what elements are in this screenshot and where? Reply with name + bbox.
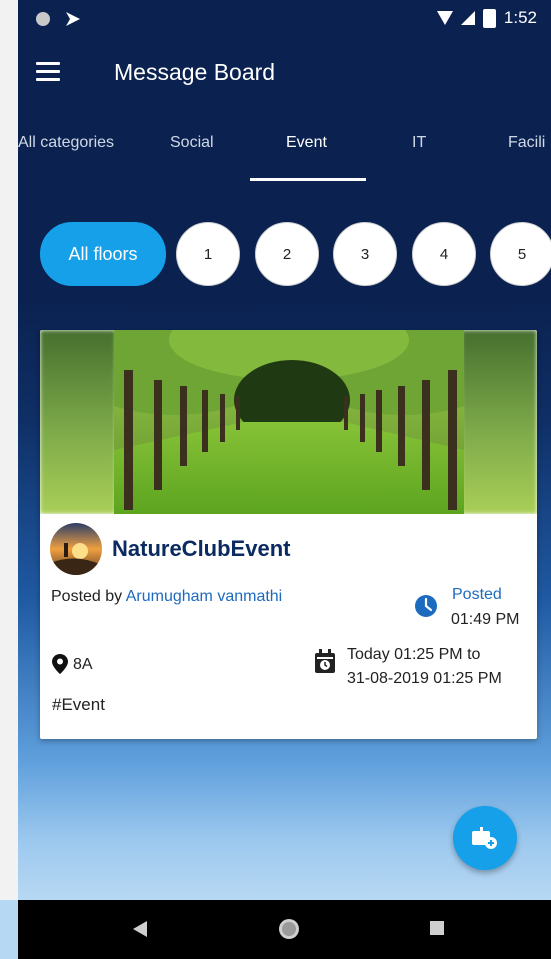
notification-app-icon xyxy=(66,12,80,26)
posted-by-name-link[interactable]: Arumugham vanmathi xyxy=(126,588,283,605)
battery-icon xyxy=(482,8,496,28)
tab-social[interactable]: Social xyxy=(170,134,214,152)
posted-time: 01:49 PM xyxy=(451,611,520,628)
navigation-bar xyxy=(18,900,551,959)
active-tab-indicator xyxy=(250,178,366,181)
status-right: 1:52 xyxy=(436,8,537,28)
app-bar: Message Board xyxy=(18,44,551,104)
category-tabs: All categories Social Event IT Facili xyxy=(0,120,551,186)
posted-by-label: Posted by xyxy=(51,588,123,605)
menu-icon[interactable] xyxy=(36,62,60,82)
event-image xyxy=(40,330,537,514)
add-message-button[interactable] xyxy=(453,806,517,870)
wifi-icon xyxy=(436,11,453,25)
tab-event[interactable]: Event xyxy=(286,134,327,152)
add-message-icon xyxy=(472,827,497,849)
floor-chip-5[interactable]: 5 xyxy=(490,222,551,286)
notification-dot-icon xyxy=(36,12,50,26)
image-blur-right xyxy=(461,330,537,514)
home-circle-icon[interactable] xyxy=(277,917,301,941)
tab-facilities[interactable]: Facili xyxy=(508,134,545,152)
event-hashtag: #Event xyxy=(52,695,105,714)
event-date-start: Today 01:25 PM to xyxy=(347,646,481,663)
status-time: 1:52 xyxy=(503,8,537,27)
clock-icon xyxy=(415,595,437,617)
floor-chip-3[interactable]: 3 xyxy=(333,222,397,286)
floor-chip-1[interactable]: 1 xyxy=(176,222,240,286)
floor-chip-all[interactable]: All floors xyxy=(40,222,166,286)
avatar xyxy=(50,523,102,575)
status-bar: 1:52 xyxy=(18,0,551,40)
avatar-sunset-image xyxy=(50,523,102,575)
calendar-clock-icon xyxy=(315,649,335,673)
event-title: NatureClubEvent xyxy=(112,536,291,561)
event-location: 8A xyxy=(73,656,93,673)
map-pin-icon xyxy=(52,654,68,674)
floor-chip-2[interactable]: 2 xyxy=(255,222,319,286)
signal-icon xyxy=(460,11,475,25)
posted-label: Posted xyxy=(452,586,502,603)
posted-by: Posted by Arumugham vanmathi xyxy=(51,588,282,606)
floor-chip-4[interactable]: 4 xyxy=(412,222,476,286)
back-triangle-icon[interactable] xyxy=(132,920,148,938)
status-left xyxy=(36,10,82,28)
floor-filter: All floors 1 2 3 4 5 xyxy=(0,222,551,286)
tree-avenue-photo xyxy=(114,330,464,514)
tab-all-categories[interactable]: All categories xyxy=(18,134,114,152)
image-blur-left xyxy=(40,330,116,514)
recents-square-icon[interactable] xyxy=(429,920,445,936)
tab-it[interactable]: IT xyxy=(412,134,426,152)
page-title: Message Board xyxy=(114,59,276,85)
event-date-end: 31-08-2019 01:25 PM xyxy=(347,670,502,687)
app-screen: 1:52 Message Board All categories Social… xyxy=(0,0,551,959)
event-card[interactable]: NatureClubEvent Posted by Arumugham vanm… xyxy=(40,330,537,739)
